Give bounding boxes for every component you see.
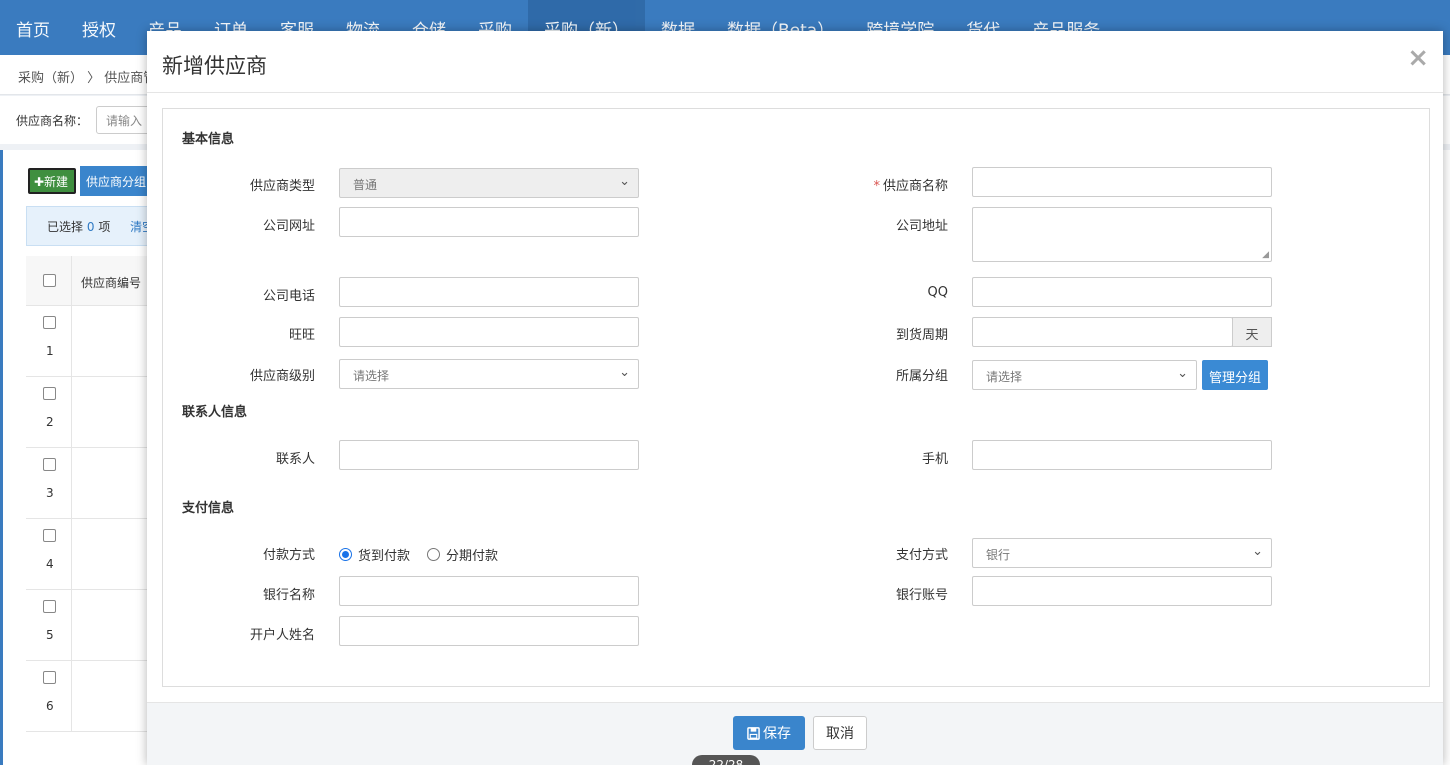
pay-channel-value: 银行 [986,548,1011,562]
filter-label: 供应商名称： [16,113,89,128]
add-supplier-modal: 新增供应商 × 基本信息 供应商类型 普通 ⌄ * 供应商名称 公司网址 公司地址… [147,31,1443,765]
contact-person-input[interactable] [339,440,639,470]
supplier-type-label: 供应商类型 [249,179,315,194]
row-number: 5 [46,628,54,642]
chevron-down-icon: ⌄ [619,365,630,380]
table-row[interactable]: 4 [26,519,151,590]
payment-method-label: 付款方式 [262,548,315,563]
account-holder-label: 开户人姓名 [249,628,315,643]
pagination-indicator: 22/28 [692,755,760,765]
select-all-checkbox[interactable] [43,274,56,287]
row-checkbox[interactable] [43,529,56,542]
manage-group-button[interactable]: 管理分组 [1202,360,1269,390]
bank-name-label: 银行名称 [262,588,315,603]
row-number: 2 [46,415,54,429]
qq-label: QQ [927,285,948,300]
resize-grip-icon[interactable]: ◢ [1262,251,1269,260]
row-checkbox[interactable] [43,671,56,684]
company-address-label: 公司地址 [895,219,948,234]
section-contact-info: 联系人信息 [182,405,248,420]
row-number: 3 [46,486,54,500]
supplier-type-value: 普通 [353,178,378,192]
supplier-name-label-text: 供应商名称 [882,179,948,194]
selected-prefix: 已选择 [47,220,84,234]
company-address-textarea[interactable]: ◢ [972,207,1272,262]
qq-input[interactable] [972,277,1272,307]
supplier-table: 供应商编号 1 2 3 4 5 6 [26,256,151,732]
table-row[interactable]: 2 [26,377,151,448]
cancel-button[interactable]: 取消 [813,716,867,750]
nav-item-home[interactable]: 首页 [0,0,66,55]
mobile-input[interactable] [972,440,1272,470]
row-checkbox[interactable] [43,600,56,613]
group-label: 所属分组 [895,369,948,384]
supplier-name-label: * 供应商名称 [843,175,948,194]
required-marker: * [873,179,880,194]
group-select[interactable]: 请选择 ⌄ [972,360,1197,390]
row-number: 6 [46,699,54,713]
supplier-group-button[interactable]: 供应商分组 [80,166,150,196]
new-supplier-button[interactable]: ✚新建 [28,168,76,194]
contact-person-label: 联系人 [275,452,315,467]
wangwang-label: 旺旺 [288,328,315,343]
save-button[interactable]: 保存 [733,716,805,750]
payment-option-installment-label: 分期付款 [446,549,499,564]
payment-option-installment[interactable]: 分期付款 [427,545,498,564]
mobile-label: 手机 [921,452,948,467]
table-header-supplier-no: 供应商编号 [81,276,142,290]
company-url-label: 公司网址 [262,219,315,234]
group-value: 请选择 [986,370,1023,384]
delivery-cycle-input[interactable] [972,317,1233,347]
row-checkbox[interactable] [43,387,56,400]
table-header-row: 供应商编号 [26,256,151,306]
modal-header: 新增供应商 × [147,31,1443,93]
supplier-type-select[interactable]: 普通 ⌄ [339,168,639,198]
pay-channel-select[interactable]: 银行 ⌄ [972,538,1272,568]
bank-account-label: 银行账号 [895,588,948,603]
supplier-level-label: 供应商级别 [249,369,315,384]
section-basic-info: 基本信息 [182,132,235,147]
table-row[interactable]: 6 [26,661,151,732]
save-button-label: 保存 [763,726,791,742]
chevron-down-icon: ⌄ [619,174,630,189]
supplier-name-input[interactable] [972,167,1272,197]
modal-title: 新增供应商 [162,54,267,78]
supplier-level-value: 请选择 [353,369,390,383]
wangwang-input[interactable] [339,317,639,347]
row-checkbox[interactable] [43,316,56,329]
row-number: 1 [46,344,54,358]
radio-unchecked-icon[interactable] [427,548,440,561]
row-checkbox[interactable] [43,458,56,471]
table-row[interactable]: 5 [26,590,151,661]
selected-suffix: 项 [98,220,111,234]
supplier-level-select[interactable]: 请选择 ⌄ [339,359,639,389]
chevron-down-icon: ⌄ [1252,544,1263,559]
selected-count: 0 [86,220,95,234]
payment-option-cod-label: 货到付款 [358,549,411,564]
delivery-cycle-label: 到货周期 [895,328,948,343]
modal-footer: 保存 取消 [147,702,1443,765]
nav-item-auth[interactable]: 授权 [66,0,132,55]
company-phone-input[interactable] [339,277,639,307]
supplier-form: 基本信息 供应商类型 普通 ⌄ * 供应商名称 公司网址 公司地址 ◢ 公司电话 … [162,108,1430,687]
bank-account-input[interactable] [972,576,1272,606]
radio-checked-icon[interactable] [339,548,352,561]
table-row[interactable]: 3 [26,448,151,519]
company-url-input[interactable] [339,207,639,237]
chevron-down-icon: ⌄ [1177,366,1188,381]
delivery-cycle-unit: 天 [1232,317,1272,347]
company-phone-label: 公司电话 [262,289,315,304]
row-number: 4 [46,557,54,571]
close-icon[interactable]: × [1407,45,1429,71]
section-payment-info: 支付信息 [182,501,235,516]
selection-bar: 已选择 0 项 清空 [26,206,154,246]
payment-option-cod[interactable]: 货到付款 [339,545,410,564]
pay-channel-label: 支付方式 [895,548,948,563]
account-holder-input[interactable] [339,616,639,646]
floppy-disk-icon [747,726,760,740]
table-row[interactable]: 1 [26,306,151,377]
bank-name-input[interactable] [339,576,639,606]
